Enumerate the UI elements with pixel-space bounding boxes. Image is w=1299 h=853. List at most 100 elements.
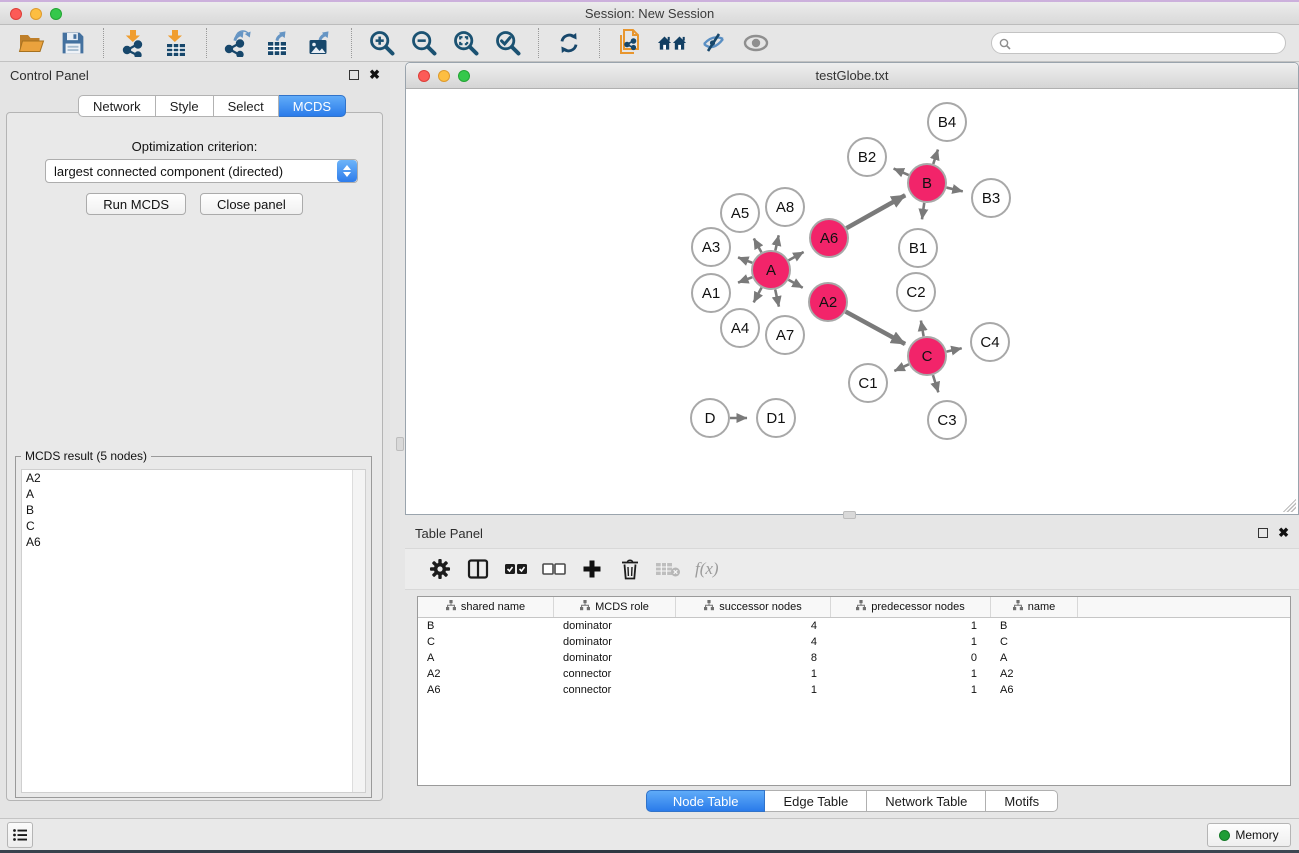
table-cell[interactable]: C: [991, 634, 1078, 650]
graph-edge[interactable]: [947, 348, 962, 351]
graph-node-A1[interactable]: A1: [691, 273, 731, 313]
table-cell[interactable]: B: [418, 618, 554, 634]
graph-node-C4[interactable]: C4: [970, 322, 1010, 362]
column-header-predecessor-nodes[interactable]: predecessor nodes: [831, 597, 991, 617]
tab-motifs[interactable]: Motifs: [986, 790, 1058, 812]
hide-eye-icon[interactable]: [699, 28, 729, 59]
table-cell[interactable]: 1: [676, 682, 831, 698]
graph-node-C1[interactable]: C1: [848, 363, 888, 403]
table-cell[interactable]: C: [418, 634, 554, 650]
graph-node-A7[interactable]: A7: [765, 315, 805, 355]
graph-edge[interactable]: [921, 321, 924, 337]
close-panel-button[interactable]: Close panel: [200, 193, 303, 215]
table-cell[interactable]: A6: [418, 682, 554, 698]
graph-node-C2[interactable]: C2: [896, 272, 936, 312]
table-cell[interactable]: 0: [831, 650, 991, 666]
vertical-split-handle[interactable]: [396, 437, 404, 451]
add-column-icon[interactable]: [579, 556, 605, 582]
list-item[interactable]: C: [22, 518, 365, 534]
graph-node-C[interactable]: C: [907, 336, 947, 376]
tab-mcds[interactable]: MCDS: [279, 95, 346, 117]
graph-node-B[interactable]: B: [907, 163, 947, 203]
list-item[interactable]: A2: [22, 470, 365, 486]
zoom-in-icon[interactable]: [367, 28, 397, 59]
graph-node-B1[interactable]: B1: [898, 228, 938, 268]
table-cell[interactable]: connector: [554, 682, 676, 698]
export-table-icon[interactable]: [264, 28, 294, 59]
tab-network-table[interactable]: Network Table: [867, 790, 986, 812]
table-row[interactable]: Cdominator41C: [418, 634, 1290, 650]
close-panel-icon[interactable]: ✖: [369, 70, 380, 80]
export-image-icon[interactable]: [306, 28, 336, 59]
tab-edge-table[interactable]: Edge Table: [765, 790, 867, 812]
column-header-shared-name[interactable]: shared name: [418, 597, 554, 617]
minimize-window-button[interactable]: [30, 8, 42, 20]
graph-node-A8[interactable]: A8: [765, 187, 805, 227]
graph-edge[interactable]: [788, 280, 802, 288]
graph-edge[interactable]: [738, 277, 752, 282]
run-mcds-button[interactable]: Run MCDS: [86, 193, 186, 215]
table-cell[interactable]: A: [418, 650, 554, 666]
search-input[interactable]: [991, 32, 1286, 54]
network-canvas[interactable]: B4B2BB3A8A5A6A3B1AA1C2A2A4A7C4CC1DD1C3: [406, 89, 1298, 514]
graph-node-B3[interactable]: B3: [971, 178, 1011, 218]
graph-edge[interactable]: [846, 312, 905, 344]
table-cell[interactable]: 1: [831, 634, 991, 650]
table-row[interactable]: Adominator80A: [418, 650, 1290, 666]
graph-edge[interactable]: [754, 238, 762, 252]
graph-node-A[interactable]: A: [751, 250, 791, 290]
zoom-selected-icon[interactable]: [493, 28, 523, 59]
close-window-button[interactable]: [10, 8, 22, 20]
list-item[interactable]: A: [22, 486, 365, 502]
table-cell[interactable]: 4: [676, 618, 831, 634]
export-network-icon[interactable]: [222, 28, 252, 59]
column-header-name[interactable]: name: [991, 597, 1078, 617]
network-window-titlebar[interactable]: testGlobe.txt: [406, 63, 1298, 89]
graph-edge[interactable]: [738, 257, 752, 262]
show-panels-button[interactable]: [7, 822, 33, 848]
table-cell[interactable]: 1: [831, 682, 991, 698]
save-session-icon[interactable]: [58, 28, 88, 59]
graph-edge[interactable]: [775, 290, 779, 307]
float-panel-icon[interactable]: [349, 70, 359, 80]
graph-node-A4[interactable]: A4: [720, 308, 760, 348]
deselect-all-icon[interactable]: [541, 556, 567, 582]
delete-column-icon[interactable]: [617, 556, 643, 582]
maximize-window-button[interactable]: [50, 8, 62, 20]
result-scrollbar[interactable]: [352, 470, 365, 792]
column-header-successor-nodes[interactable]: successor nodes: [676, 597, 831, 617]
show-eye-icon[interactable]: [741, 28, 771, 59]
select-all-icon[interactable]: [503, 556, 529, 582]
graph-edge[interactable]: [922, 203, 924, 219]
table-cell[interactable]: connector: [554, 666, 676, 682]
graph-edge[interactable]: [894, 364, 908, 371]
gear-icon[interactable]: [427, 556, 453, 582]
graph-node-C3[interactable]: C3: [927, 400, 967, 440]
table-row[interactable]: Bdominator41B: [418, 618, 1290, 634]
graph-node-B2[interactable]: B2: [847, 137, 887, 177]
resize-grip[interactable]: [1282, 498, 1296, 512]
table-cell[interactable]: A6: [991, 682, 1078, 698]
tab-node-table[interactable]: Node Table: [646, 790, 766, 812]
mcds-result-list[interactable]: A2ABCA6: [21, 469, 366, 793]
graph-edge[interactable]: [775, 235, 778, 250]
optimization-criterion-select[interactable]: largest connected component (directed): [45, 159, 358, 183]
graph-edge[interactable]: [933, 150, 938, 164]
table-cell[interactable]: 4: [676, 634, 831, 650]
table-cell[interactable]: 1: [831, 666, 991, 682]
table-cell[interactable]: B: [991, 618, 1078, 634]
refresh-icon[interactable]: [554, 28, 584, 59]
graph-node-B4[interactable]: B4: [927, 102, 967, 142]
graph-edge[interactable]: [946, 188, 962, 192]
clone-network-icon[interactable]: [615, 28, 645, 59]
graph-node-A6[interactable]: A6: [809, 218, 849, 258]
import-table-icon[interactable]: [161, 28, 191, 59]
table-row[interactable]: A6connector11A6: [418, 682, 1290, 698]
tab-network[interactable]: Network: [78, 95, 156, 117]
minimize-network-button[interactable]: [438, 70, 450, 82]
memory-button[interactable]: Memory: [1207, 823, 1291, 847]
graph-edge[interactable]: [846, 195, 905, 228]
list-item[interactable]: A6: [22, 534, 365, 550]
graph-node-A2[interactable]: A2: [808, 282, 848, 322]
table-cell[interactable]: dominator: [554, 634, 676, 650]
